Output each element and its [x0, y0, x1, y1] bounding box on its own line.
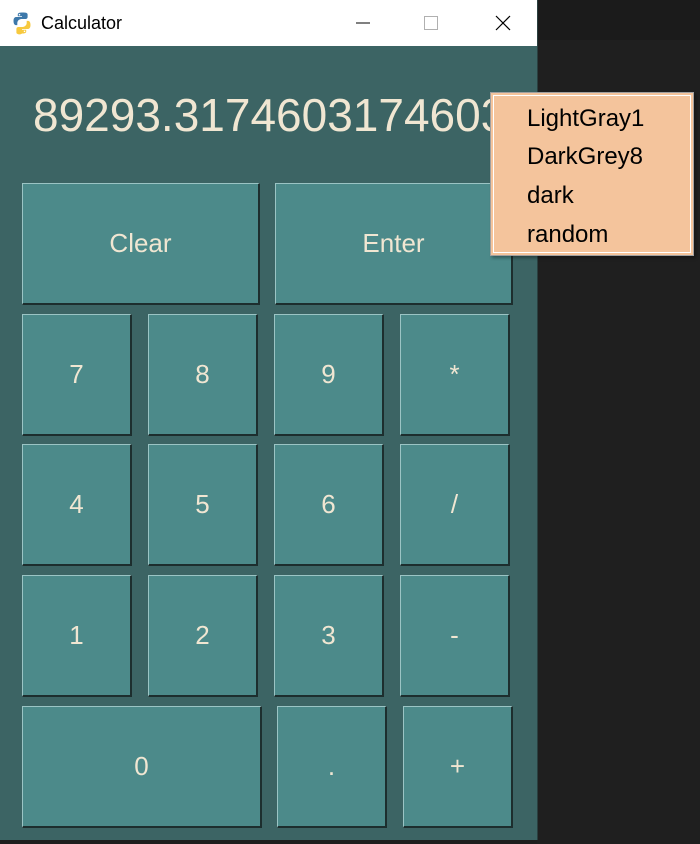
subtract-button[interactable]: - [400, 575, 510, 697]
calculator-display: 89293.3174603174603 [33, 89, 507, 141]
background-app-strip [537, 0, 700, 40]
divide-button[interactable]: / [400, 444, 510, 566]
minimize-icon [356, 22, 370, 24]
add-button[interactable]: + [403, 706, 513, 828]
menu-item-lightgray1[interactable]: LightGray1 [527, 105, 644, 133]
multiply-button[interactable]: * [400, 314, 510, 436]
maximize-icon [424, 16, 438, 30]
title-bar[interactable]: Calculator [0, 0, 537, 46]
theme-context-menu: LightGray1 DarkGrey8 dark random [490, 92, 694, 256]
maximize-button[interactable] [408, 0, 454, 46]
enter-button[interactable]: Enter [275, 183, 513, 305]
digit-9-button[interactable]: 9 [274, 314, 384, 436]
digit-3-button[interactable]: 3 [274, 575, 384, 697]
digit-7-button[interactable]: 7 [22, 314, 132, 436]
digit-8-button[interactable]: 8 [148, 314, 258, 436]
clear-button[interactable]: Clear [22, 183, 260, 305]
python-icon [13, 12, 31, 35]
digit-5-button[interactable]: 5 [148, 444, 258, 566]
digit-0-button[interactable]: 0 [22, 706, 262, 828]
calculator-window: Calculator 89293.3174603174603 Clear Ent… [0, 0, 538, 840]
minimize-button[interactable] [340, 0, 386, 46]
digit-6-button[interactable]: 6 [274, 444, 384, 566]
menu-item-random[interactable]: random [527, 221, 608, 249]
window-title: Calculator [41, 13, 123, 33]
menu-item-dark[interactable]: dark [527, 182, 574, 210]
close-button[interactable] [480, 0, 526, 46]
close-icon [495, 15, 511, 31]
digit-1-button[interactable]: 1 [22, 575, 132, 697]
decimal-button[interactable]: . [277, 706, 387, 828]
menu-item-darkgrey8[interactable]: DarkGrey8 [527, 143, 643, 171]
digit-4-button[interactable]: 4 [22, 444, 132, 566]
digit-2-button[interactable]: 2 [148, 575, 258, 697]
